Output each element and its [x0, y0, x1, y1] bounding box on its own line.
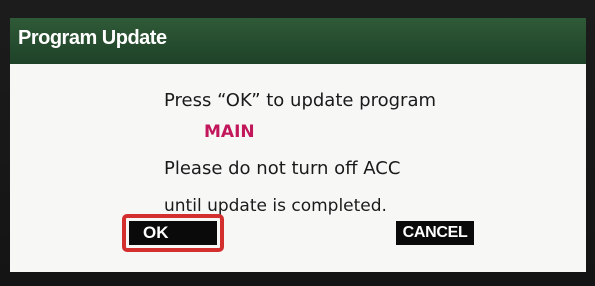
ok-button[interactable]: OK — [122, 214, 224, 252]
update-prompt-text: Press “OK” to update program — [164, 90, 437, 111]
ok-button-label: OK — [129, 221, 217, 245]
display-screen: Program Update Press “OK” to update prog… — [10, 18, 586, 272]
warning-text-line1: Please do not turn off ACC — [164, 158, 401, 179]
dialog-title: Program Update — [18, 27, 167, 49]
title-bar: Program Update — [10, 18, 586, 64]
warning-text-line2: until update is completed. — [164, 196, 387, 216]
cancel-button[interactable]: CANCEL — [396, 221, 474, 245]
program-name: MAIN — [204, 122, 255, 142]
device-bezel: Program Update Press “OK” to update prog… — [0, 0, 595, 286]
